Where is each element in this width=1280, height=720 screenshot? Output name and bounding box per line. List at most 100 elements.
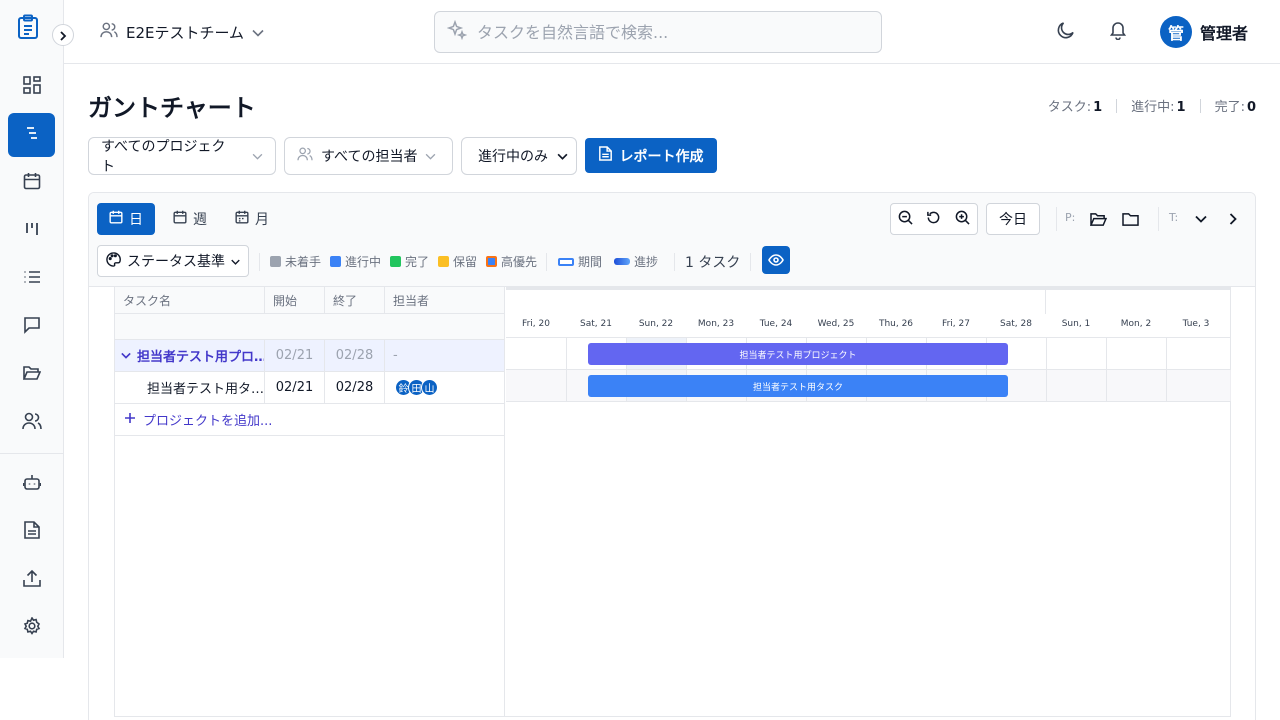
day-gridline xyxy=(1046,338,1047,402)
sidebar-expand-button[interactable] xyxy=(52,24,74,46)
sidebar-item-dashboard[interactable] xyxy=(8,65,55,109)
visibility-toggle[interactable] xyxy=(762,246,790,274)
calendar-icon xyxy=(109,210,123,228)
stat-completed: 完了: 0 xyxy=(1214,100,1256,115)
project-label: P: xyxy=(1065,211,1076,224)
day-label: Fri, 27 xyxy=(942,319,970,329)
add-project-row[interactable]: プロジェクトを追加... xyxy=(115,404,504,436)
folder-closed-icon[interactable] xyxy=(1120,209,1140,229)
zoom-out-icon[interactable] xyxy=(898,210,913,229)
sparkle-icon xyxy=(446,19,468,44)
day-label: Mon, 23 xyxy=(697,319,735,329)
upload-icon xyxy=(22,569,41,591)
day-label: Tue, 24 xyxy=(759,319,793,329)
search-box[interactable] xyxy=(434,11,882,53)
add-project-link[interactable]: プロジェクトを追加... xyxy=(143,410,272,429)
project-start: 02/21 xyxy=(265,340,325,371)
task-end: 02/28 xyxy=(325,372,385,403)
day-label: Sat, 21 xyxy=(580,319,612,329)
bell-icon xyxy=(1108,20,1128,44)
day-label: Sun, 22 xyxy=(638,319,674,329)
sidebar-item-import[interactable] xyxy=(8,558,55,602)
color-mode-select[interactable]: ステータス基準 xyxy=(97,245,249,277)
search-input[interactable] xyxy=(477,22,857,42)
view-month-button[interactable]: 月 xyxy=(223,203,281,235)
sidebar-item-list[interactable] xyxy=(8,257,55,301)
avatar: 山 xyxy=(421,379,438,396)
gantt-grid: タスク名 開始 終了 担当者 担当者テスト用プロ… 02/21 02/28 - … xyxy=(114,287,1231,717)
project-assignee: - xyxy=(393,348,398,363)
zoom-in-icon[interactable] xyxy=(955,210,970,229)
page-title: ガントチャート xyxy=(88,94,256,122)
day-label: Tue, 3 xyxy=(1182,319,1210,329)
task-name: 担当者テスト用タ… xyxy=(115,372,265,403)
document-icon xyxy=(598,146,612,165)
team-name: E2Eテストチーム xyxy=(126,23,245,42)
stat-tasks: タスク: 1 xyxy=(1047,100,1103,115)
team-switcher[interactable]: E2Eテストチーム xyxy=(100,20,264,44)
project-filter-select[interactable]: すべてのプロジェクト xyxy=(88,137,276,175)
sidebar-item-reports[interactable] xyxy=(8,510,55,554)
table-row-task[interactable]: 担当者テスト用タ… 02/21 02/28 鈴 田 山 xyxy=(115,372,504,404)
sidebar-item-folder[interactable] xyxy=(8,353,55,397)
view-day-button[interactable]: 日 xyxy=(97,203,155,235)
reset-icon[interactable] xyxy=(926,210,941,229)
day-label: Thu, 26 xyxy=(878,319,914,329)
chevron-down-icon xyxy=(252,148,263,164)
users-icon xyxy=(100,22,118,42)
notifications-button[interactable] xyxy=(1106,20,1130,44)
legend-completed: 完了 xyxy=(390,253,429,270)
chevron-right-icon[interactable] xyxy=(1223,209,1243,229)
user-menu[interactable]: 管 管理者 xyxy=(1160,16,1248,48)
calendar-icon xyxy=(235,210,249,228)
plus-icon xyxy=(125,412,135,427)
day-label: Sat, 28 xyxy=(1000,319,1032,329)
task-stats: タスク: 1 進行中: 1 完了: 0 xyxy=(1048,96,1256,115)
gantt-icon xyxy=(23,124,41,146)
zoom-controls xyxy=(890,203,978,235)
view-week-button[interactable]: 週 xyxy=(161,203,219,235)
sidebar-item-members[interactable] xyxy=(8,401,55,445)
legend-in-progress: 進行中 xyxy=(330,253,381,270)
day-gridline xyxy=(566,338,567,402)
gear-icon xyxy=(23,616,41,639)
assignee-filter-select[interactable]: すべての担当者 xyxy=(284,137,453,175)
table-row-project[interactable]: 担当者テスト用プロ… 02/21 02/28 - xyxy=(115,340,504,372)
chevron-down-icon[interactable] xyxy=(121,348,131,363)
chevron-down-icon xyxy=(231,253,240,269)
gantt-timeline: Fri, 20 Sat, 21 Sun, 22 Mon, 23 Tue, 24 Wed, … xyxy=(506,287,1231,717)
create-report-button[interactable]: レポート作成 xyxy=(585,138,717,173)
robot-icon xyxy=(22,473,41,495)
dark-mode-toggle[interactable] xyxy=(1054,20,1078,44)
column-header-name: タスク名 xyxy=(115,287,265,314)
list-icon xyxy=(23,268,41,290)
timeline-header xyxy=(506,287,1231,338)
calendar-icon xyxy=(23,172,41,194)
sidebar-item-kanban[interactable] xyxy=(8,209,55,253)
sidebar-item-gantt[interactable] xyxy=(8,113,55,157)
clipboard-logo-icon[interactable] xyxy=(16,14,44,42)
document-icon xyxy=(23,521,40,543)
status-filter-select[interactable]: 進行中のみ xyxy=(461,137,577,175)
project-end: 02/28 xyxy=(325,340,385,371)
users-icon xyxy=(21,412,42,434)
chevron-down-icon xyxy=(252,23,264,41)
sidebar-item-chat[interactable] xyxy=(8,305,55,349)
palette-icon xyxy=(106,251,121,271)
project-bar[interactable]: 担当者テスト用プロジェクト xyxy=(588,343,1008,365)
sidebar-item-calendar[interactable] xyxy=(8,161,55,205)
top-header: E2Eテストチーム 管 管理者 xyxy=(64,0,1280,64)
chevron-down-icon xyxy=(557,148,568,164)
project-name: 担当者テスト用プロ… xyxy=(137,350,265,365)
avatar: 管 xyxy=(1160,16,1192,48)
folder-open-icon[interactable] xyxy=(1088,209,1108,229)
column-header-assignee: 担当者 xyxy=(385,287,504,314)
sidebar-item-settings[interactable] xyxy=(8,606,55,650)
column-header-end: 終了 xyxy=(325,287,385,314)
column-header-start: 開始 xyxy=(265,287,325,314)
task-bar[interactable]: 担当者テスト用タスク xyxy=(588,375,1008,397)
chat-icon xyxy=(23,316,41,338)
chevron-down-icon[interactable] xyxy=(1191,209,1211,229)
sidebar-item-ai[interactable] xyxy=(8,462,55,506)
today-button[interactable]: 今日 xyxy=(986,203,1040,235)
